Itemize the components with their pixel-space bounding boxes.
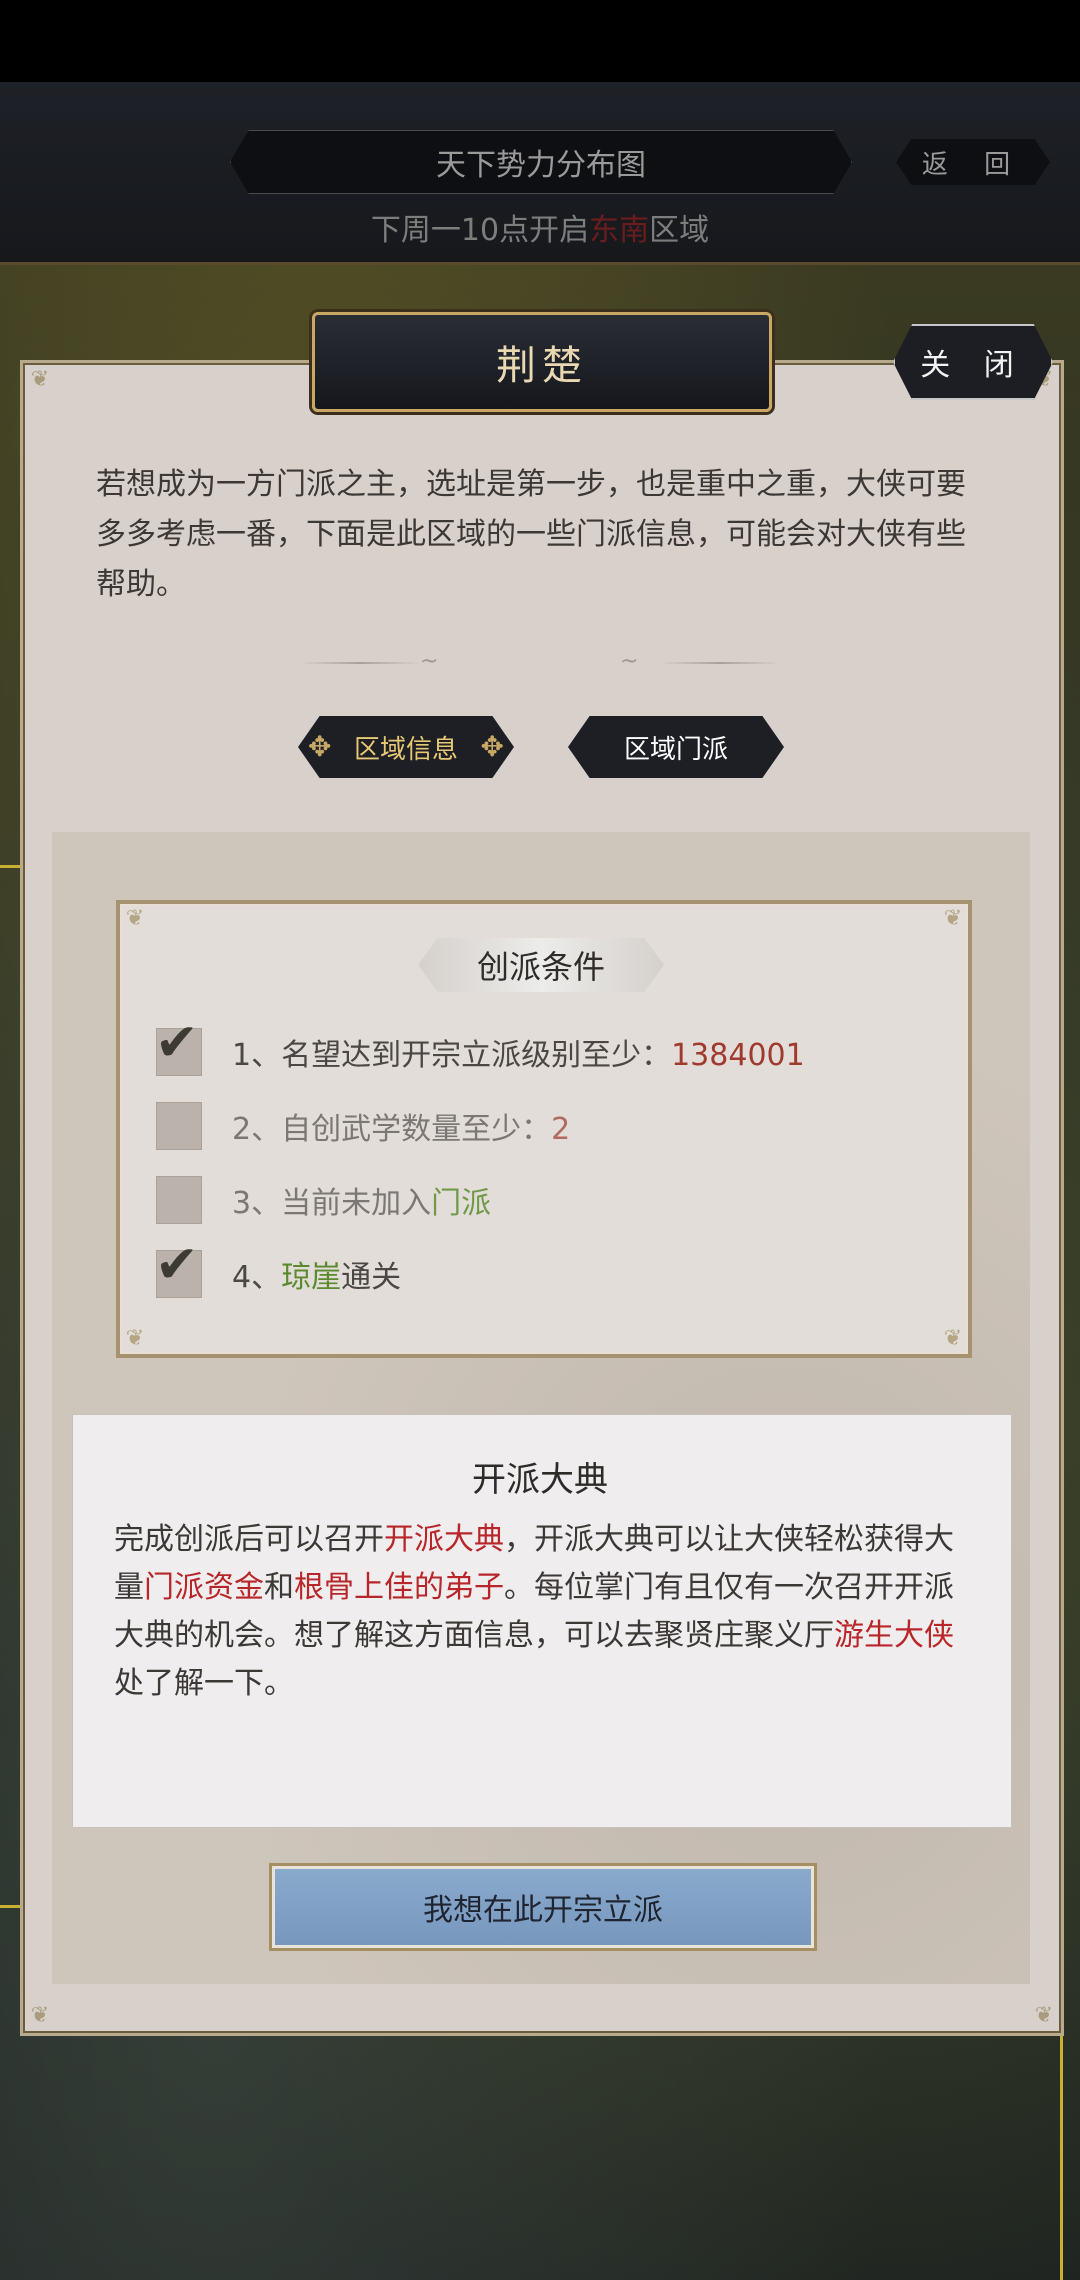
corner-ornament-icon: ❦: [1034, 2003, 1054, 2028]
ceremony-highlight: 开派大典: [384, 1522, 504, 1557]
condition-item: 2、自创武学数量至少：2: [156, 1100, 570, 1152]
notice-text: 下周一10点开启: [370, 213, 590, 248]
condition-item: 3、当前未加入门派: [156, 1174, 491, 1226]
condition-checkbox: [156, 1102, 202, 1150]
ceremony-highlight: 门派资金: [144, 1570, 264, 1605]
tab-label: 区域门派: [623, 734, 728, 765]
tab-label: 区域信息: [353, 734, 458, 765]
corner-ornament-icon: ❦: [30, 2003, 50, 2028]
close-button[interactable]: 关 闭: [893, 324, 1053, 400]
checkmark-icon: ✔: [155, 1013, 199, 1073]
condition-text: 2、自创武学数量至少：: [232, 1112, 552, 1147]
ceremony-highlight: 根骨上佳的弟子: [294, 1570, 504, 1605]
tab-region-info[interactable]: ✥ 区域信息 ✥: [298, 716, 514, 778]
ceremony-text-part: 处了解一下。: [114, 1666, 294, 1701]
condition-value: 2: [551, 1112, 571, 1147]
conditions-title: 创派条件: [418, 938, 664, 992]
condition-checkbox: ✔: [155, 1013, 202, 1076]
region-open-notice: 下周一10点开启东南区域: [0, 205, 1080, 249]
ceremony-text-part: 和: [264, 1570, 294, 1605]
divider-left: [300, 662, 420, 664]
ceremony-text-part: 完成创派后可以召开: [114, 1522, 384, 1557]
corner-ornament-icon: ❦: [125, 906, 145, 931]
notice-region: 东南: [589, 213, 650, 248]
notice-suffix: 区域: [649, 213, 710, 248]
ceremony-text: 完成创派后可以召开开派大典，开派大典可以让大侠轻松获得大量门派资金和根骨上佳的弟…: [114, 1516, 974, 1708]
condition-checkbox: [156, 1176, 202, 1224]
checkmark-icon: ✔: [155, 1235, 199, 1295]
intro-text: 若想成为一方门派之主，选址是第一步，也是重中之重，大侠可要多多考虑一番，下面是此…: [96, 467, 966, 602]
condition-item: ✔ 1、名望达到开宗立派级别至少：1384001: [155, 1013, 805, 1078]
condition-text: 4、: [232, 1260, 282, 1295]
condition-item: ✔ 4、琼崖通关: [155, 1235, 402, 1300]
condition-value: 琼崖: [281, 1260, 342, 1295]
corner-ornament-icon: ❦: [943, 1326, 963, 1351]
corner-ornament-icon: ❦: [125, 1326, 145, 1351]
divider-right: [660, 662, 780, 664]
found-sect-button[interactable]: 我想在此开宗立派: [272, 1866, 814, 1948]
divider-ornament-icon: ~: [420, 649, 439, 674]
condition-text: 1、名望达到开宗立派级别至少：: [232, 1038, 672, 1073]
condition-checkbox: ✔: [155, 1235, 202, 1298]
corner-ornament-icon: ❦: [30, 367, 50, 392]
back-button[interactable]: 返 回: [896, 139, 1050, 185]
corner-ornament-icon: ❦: [943, 906, 963, 931]
condition-value: 1384001: [671, 1038, 805, 1073]
status-bar: [0, 0, 1080, 82]
ceremony-title: 开派大典: [472, 1460, 608, 1500]
ceremony-highlight-npc[interactable]: 游生大侠: [834, 1618, 954, 1653]
divider-ornament-icon: ~: [620, 649, 639, 674]
condition-suffix: 通关: [341, 1260, 402, 1295]
tab-region-sects[interactable]: 区域门派: [568, 716, 784, 778]
map-title: 天下势力分布图: [230, 130, 852, 194]
condition-text: 3、当前未加入: [232, 1186, 432, 1221]
dialog-title: 荆楚: [312, 312, 772, 412]
condition-value: 门派: [431, 1186, 492, 1221]
map-border-line: [0, 1905, 20, 1908]
